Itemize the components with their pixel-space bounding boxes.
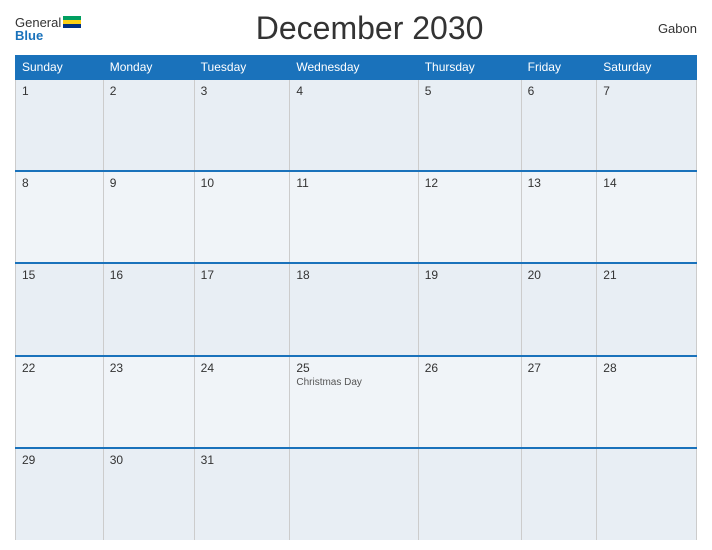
day-cell: 10 [194,171,290,263]
day-cell: 16 [103,263,194,355]
week-row-3: 15 16 17 18 19 20 21 [16,263,697,355]
day-number: 28 [603,361,690,375]
day-number: 22 [22,361,97,375]
day-cell: 2 [103,79,194,171]
day-number: 20 [528,268,591,282]
day-number: 2 [110,84,188,98]
day-number: 10 [201,176,284,190]
day-cell: 27 [521,356,597,448]
header-saturday: Saturday [597,56,697,80]
day-number: 24 [201,361,284,375]
day-number: 30 [110,453,188,467]
day-cell: 26 [418,356,521,448]
day-number: 13 [528,176,591,190]
day-cell: 7 [597,79,697,171]
day-cell: 13 [521,171,597,263]
day-cell: 23 [103,356,194,448]
week-row-5: 29 30 31 [16,448,697,540]
day-cell: 30 [103,448,194,540]
day-number: 11 [296,176,411,190]
day-cell: 19 [418,263,521,355]
header-thursday: Thursday [418,56,521,80]
days-header-row: Sunday Monday Tuesday Wednesday Thursday… [16,56,697,80]
day-cell: 12 [418,171,521,263]
logo-blue-text: Blue [15,29,43,42]
day-number: 3 [201,84,284,98]
day-cell: 24 [194,356,290,448]
day-number: 19 [425,268,515,282]
calendar-container: General Blue December 2030 Gabon Sunday … [0,0,712,550]
day-cell: 1 [16,79,104,171]
day-number: 9 [110,176,188,190]
day-cell: 11 [290,171,418,263]
day-number: 5 [425,84,515,98]
day-number: 4 [296,84,411,98]
day-number: 23 [110,361,188,375]
logo: General Blue [15,16,81,42]
header-tuesday: Tuesday [194,56,290,80]
day-number: 15 [22,268,97,282]
day-number: 8 [22,176,97,190]
day-number: 12 [425,176,515,190]
header-monday: Monday [103,56,194,80]
day-number: 6 [528,84,591,98]
calendar-thead: Sunday Monday Tuesday Wednesday Thursday… [16,56,697,80]
day-cell: 29 [16,448,104,540]
calendar-header: General Blue December 2030 Gabon [15,10,697,47]
calendar-title: December 2030 [256,10,484,47]
day-cell: 3 [194,79,290,171]
day-cell: 18 [290,263,418,355]
day-number: 17 [201,268,284,282]
day-cell: 25 Christmas Day [290,356,418,448]
day-cell: 20 [521,263,597,355]
calendar-table: Sunday Monday Tuesday Wednesday Thursday… [15,55,697,540]
day-cell: 21 [597,263,697,355]
logo-flag-icon [63,16,81,28]
day-number: 31 [201,453,284,467]
logo-general-text: General [15,16,61,29]
day-cell: 14 [597,171,697,263]
week-row-2: 89 10 11 12 13 14 [16,171,697,263]
day-cell: 6 [521,79,597,171]
day-cell: 17 [194,263,290,355]
header-friday: Friday [521,56,597,80]
day-number: 1 [22,84,97,98]
week-row-4: 22 23 24 25 Christmas Day 26 27 28 [16,356,697,448]
day-cell [290,448,418,540]
day-number: 16 [110,268,188,282]
calendar-body: 1234567891011121314151617181920212223242… [16,79,697,540]
day-number: 21 [603,268,690,282]
day-number: 26 [425,361,515,375]
day-cell: 4 [290,79,418,171]
day-cell [521,448,597,540]
day-number: 7 [603,84,690,98]
day-cell: 31 [194,448,290,540]
day-cell: 15 [16,263,104,355]
day-number: 29 [22,453,97,467]
header-wednesday: Wednesday [290,56,418,80]
header-sunday: Sunday [16,56,104,80]
day-number: 14 [603,176,690,190]
country-label: Gabon [658,21,697,36]
day-cell: 8 [16,171,104,263]
day-cell: 9 [103,171,194,263]
day-cell: 22 [16,356,104,448]
day-cell [418,448,521,540]
day-number: 27 [528,361,591,375]
holiday-label: Christmas Day [296,377,411,388]
day-cell [597,448,697,540]
day-cell: 28 [597,356,697,448]
week-row-1: 1234567 [16,79,697,171]
day-number: 18 [296,268,411,282]
day-number: 25 [296,361,411,375]
day-cell: 5 [418,79,521,171]
